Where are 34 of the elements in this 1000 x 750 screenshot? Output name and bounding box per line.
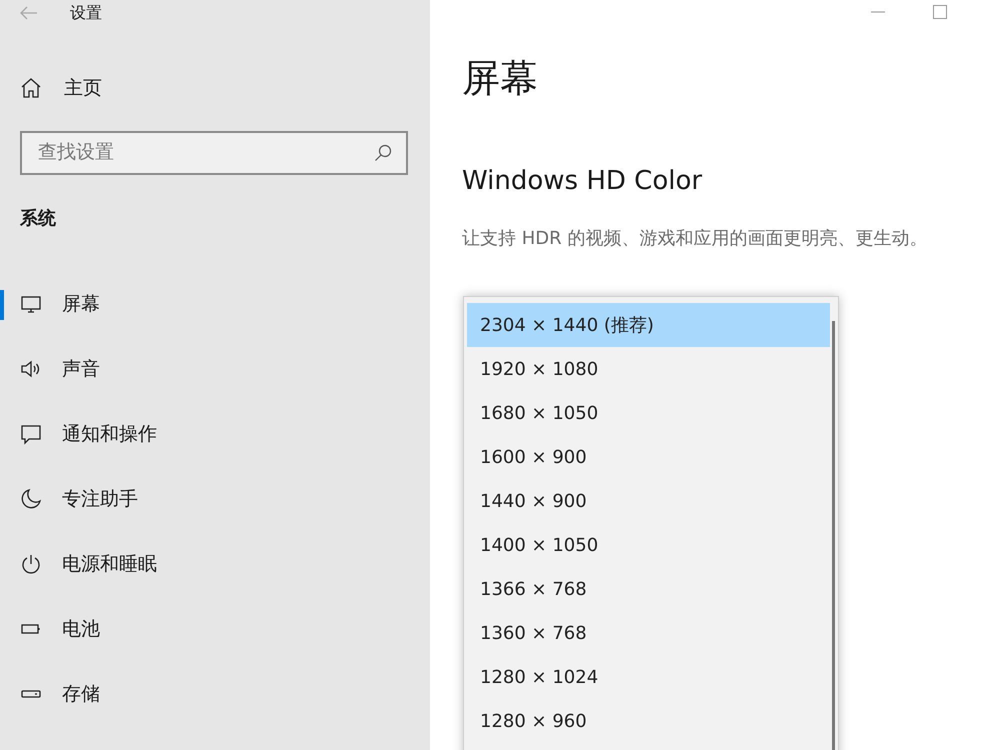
dropdown-option[interactable]: 1360 × 768 bbox=[467, 611, 830, 655]
sidebar-item[interactable]: 专注助手 bbox=[0, 466, 430, 532]
sidebar-item[interactable]: 屏幕 bbox=[0, 272, 430, 336]
scrollbar[interactable] bbox=[832, 321, 835, 750]
search-field[interactable]: 查找设置 bbox=[20, 130, 408, 174]
message-icon bbox=[20, 423, 42, 445]
page-title: 屏幕 bbox=[462, 58, 539, 100]
speaker-icon bbox=[20, 358, 42, 380]
sidebar-item[interactable]: 通知和操作 bbox=[0, 402, 430, 466]
search-icon[interactable] bbox=[374, 144, 392, 162]
home-icon bbox=[20, 77, 42, 100]
section-title: Windows HD Color bbox=[462, 164, 704, 198]
sidebar-item[interactable]: 声音 bbox=[0, 336, 430, 402]
section-heading: 系统 bbox=[20, 206, 57, 230]
dropdown-option[interactable]: 1280 × 1024 bbox=[467, 655, 830, 699]
power-icon bbox=[20, 553, 42, 575]
search-input[interactable]: 查找设置 bbox=[36, 137, 374, 168]
back-arrow-icon[interactable] bbox=[20, 6, 38, 20]
home-link[interactable]: 主页 bbox=[0, 74, 430, 102]
window-title: 设置 bbox=[70, 2, 102, 24]
dropdown-option[interactable]: 1440 × 900 bbox=[467, 479, 830, 523]
sidebar-item[interactable]: 电池 bbox=[0, 596, 430, 662]
sidebar-item[interactable]: 存储 bbox=[0, 662, 430, 726]
dropdown-option[interactable]: 1400 × 1050 bbox=[467, 523, 830, 567]
dropdown-option[interactable]: 1280 × 960 bbox=[467, 699, 830, 743]
dropdown-option[interactable]: 1366 × 768 bbox=[467, 567, 830, 611]
dropdown-option[interactable]: 1920 × 1080 bbox=[467, 347, 830, 391]
dropdown-option[interactable]: 2304 × 1440 (推荐) bbox=[467, 303, 830, 347]
dropdown-option[interactable]: 1600 × 900 bbox=[467, 435, 830, 479]
moon-icon bbox=[20, 488, 42, 510]
maximize-icon[interactable] bbox=[932, 4, 948, 20]
dropdown-option[interactable]: 1680 × 1050 bbox=[467, 391, 830, 435]
sidebar-item[interactable]: 电源和睡眠 bbox=[0, 532, 430, 596]
description-text: 让支持 HDR 的视频、游戏和应用的画面更明亮、更生动。 bbox=[462, 226, 928, 251]
